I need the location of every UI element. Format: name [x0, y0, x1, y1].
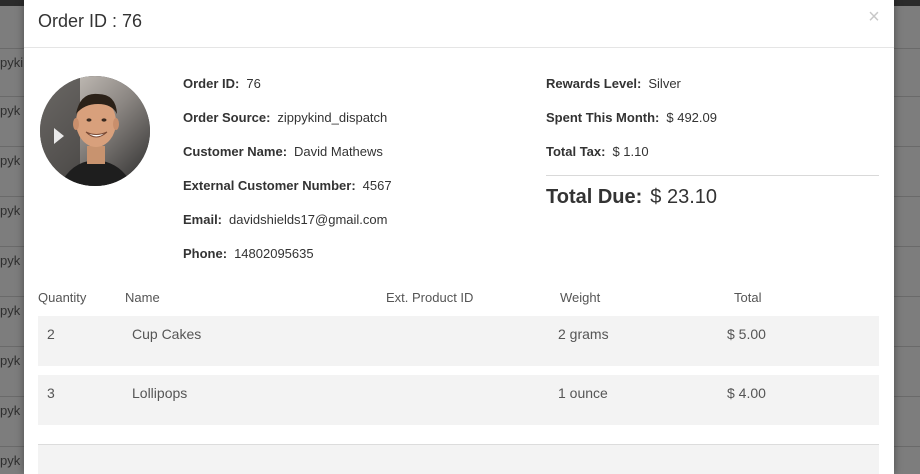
background-row-text: pyk — [0, 446, 24, 474]
background-row-text: pyk — [0, 246, 24, 294]
background-row — [894, 48, 920, 96]
column-header-total: Total — [734, 290, 762, 305]
external-customer-number-field: External Customer Number: 4567 — [183, 178, 392, 193]
order-id-label: Order ID: — [183, 76, 240, 91]
background-row-text: pyk — [0, 196, 24, 244]
row-quantity: 3 — [47, 385, 55, 401]
order-source-value: zippykind_dispatch — [277, 110, 388, 125]
modal-title: Order ID : 76 — [38, 11, 143, 31]
background-row-text: pyk — [0, 146, 24, 194]
background-row — [894, 346, 920, 394]
total-due: Total Due: $ 23.10 — [546, 186, 717, 209]
background-row-text: pyki — [0, 48, 24, 96]
rewards-level-label: Rewards Level: — [546, 76, 642, 91]
background-row-text: pyk — [0, 396, 24, 444]
column-header-weight: Weight — [560, 290, 601, 305]
column-header-quantity: Quantity — [38, 290, 87, 305]
background-row — [894, 96, 920, 144]
row-total: $ 5.00 — [727, 326, 766, 342]
summary-divider — [546, 175, 879, 176]
total-tax-field: Total Tax: $ 1.10 — [546, 144, 649, 159]
order-id-value: 76 — [246, 76, 261, 91]
column-header-ext-product-id: Ext. Product ID — [386, 290, 474, 305]
row-name: Cup Cakes — [132, 326, 202, 342]
spent-this-month-value: $ 492.09 — [666, 110, 717, 125]
column-header-name: Name — [125, 290, 160, 305]
background-row — [894, 196, 920, 244]
background-row-text: pyk — [0, 96, 24, 144]
rewards-level-field: Rewards Level: Silver — [546, 76, 681, 91]
background-row — [894, 296, 920, 344]
spent-this-month-label: Spent This Month: — [546, 110, 660, 125]
background-row-text: pyk — [0, 296, 24, 344]
row-quantity: 2 — [47, 326, 55, 342]
phone-value: 14802095635 — [234, 246, 314, 261]
background-row — [894, 246, 920, 294]
total-due-value: $ 23.10 — [650, 186, 718, 208]
row-total: $ 4.00 — [727, 385, 766, 401]
order-source-label: Order Source: — [183, 110, 271, 125]
order-modal: Order ID : 76 × Order ID: 76 Order Sourc… — [24, 0, 894, 474]
total-tax-label: Total Tax: — [546, 144, 606, 159]
total-due-label: Total Due: — [546, 186, 643, 208]
external-customer-number-label: External Customer Number: — [183, 178, 356, 193]
total-tax-value: $ 1.10 — [612, 144, 649, 159]
avatar-photo — [40, 76, 150, 186]
background-row — [894, 446, 920, 474]
customer-avatar — [40, 76, 150, 186]
background-row-text: pyk — [0, 346, 24, 394]
customer-name-value: David Mathews — [294, 144, 383, 159]
customer-name-label: Customer Name: — [183, 144, 288, 159]
email-value: davidshields17@gmail.com — [229, 212, 388, 227]
background-row — [894, 146, 920, 194]
background-row — [894, 396, 920, 444]
row-weight: 2 grams — [558, 326, 609, 342]
email-label: Email: — [183, 212, 223, 227]
order-id-field: Order ID: 76 — [183, 76, 261, 91]
row-weight: 1 ounce — [558, 385, 608, 401]
customer-name-field: Customer Name: David Mathews — [183, 144, 383, 159]
table-row-empty — [38, 445, 879, 474]
email-field: Email: davidshields17@gmail.com — [183, 212, 387, 227]
row-name: Lollipops — [132, 385, 188, 401]
close-icon[interactable]: × — [864, 6, 884, 28]
modal-header: Order ID : 76 × — [24, 0, 894, 48]
spent-this-month-field: Spent This Month: $ 492.09 — [546, 110, 717, 125]
order-source-field: Order Source: zippykind_dispatch — [183, 110, 387, 125]
phone-label: Phone: — [183, 246, 228, 261]
external-customer-number-value: 4567 — [362, 178, 392, 193]
phone-field: Phone: 14802095635 — [183, 246, 314, 261]
rewards-level-value: Silver — [648, 76, 681, 91]
